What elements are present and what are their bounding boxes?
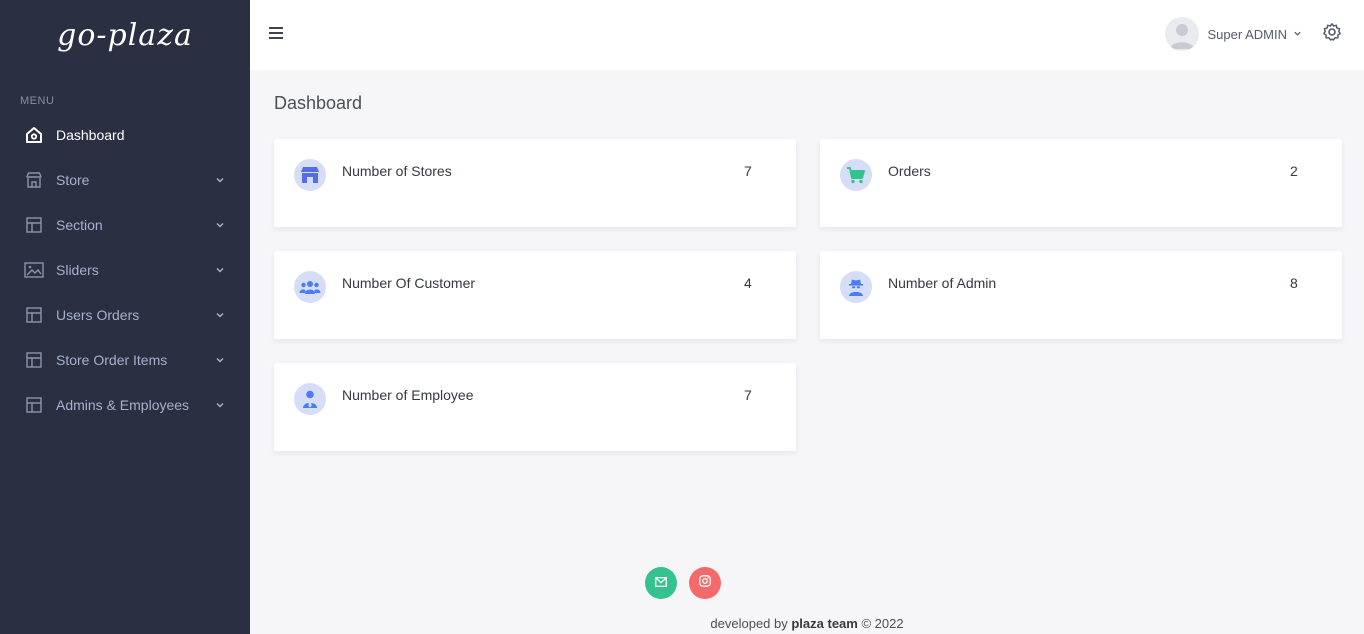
stat-card-customers: Number Of Customer 4 [274,251,796,339]
user-tie-icon [294,383,326,415]
chevron-down-icon [214,174,226,186]
sidebar-item-sliders[interactable]: Sliders [0,247,250,292]
home-icon [24,125,44,145]
topbar: Super ADMIN [250,0,1364,70]
card-label: Number Of Customer [342,275,476,291]
email-icon [655,574,667,592]
sidebar-item-label: Sliders [56,261,99,278]
menu-title: MENU [20,95,55,107]
chevron-down-icon [214,354,226,366]
instagram-link[interactable] [689,567,721,599]
instagram-icon [699,574,711,592]
cart-icon [840,159,872,191]
avatar [1164,17,1199,51]
footer-suffix: © 2022 [857,616,904,631]
user-name: Super ADMIN [1207,26,1287,42]
sidebar-item-admins-employees[interactable]: Admins & Employees [0,382,250,427]
footer-credit: developed by plaza team © 2022 [250,616,1364,631]
chevron-down-icon [1293,25,1302,43]
sidebar-item-store[interactable]: Store [0,157,250,202]
card-value: 8 [1290,275,1298,291]
card-label: Number of Admin [888,275,997,291]
store-icon [294,159,326,191]
card-value: 2 [1290,163,1298,179]
store-icon [24,170,44,190]
sidebar-item-users-orders[interactable]: Users Orders [0,292,250,337]
user-secret-icon [840,271,872,303]
card-label: Number of Employee [342,387,474,403]
sidebar-item-dashboard[interactable]: Dashboard [0,112,250,157]
sidebar-item-label: Admins & Employees [56,396,190,413]
image-icon [24,260,44,280]
brand-logo[interactable]: go-plaza [0,0,250,70]
stat-card-employees: Number of Employee 7 [274,363,796,451]
card-label: Number of Stores [342,163,452,179]
card-label: Orders [888,163,931,179]
stat-card-orders: Orders 2 [820,139,1342,227]
layout-icon [24,305,44,325]
settings-gear-icon[interactable] [1322,22,1342,42]
chevron-down-icon [214,264,226,276]
brand-name: go-plaza [57,17,193,53]
sidebar-item-label: Store Order Items [56,351,168,368]
page-title: Dashboard [274,93,363,113]
sidebar-item-label: Users Orders [56,306,140,323]
stat-card-admins: Number of Admin 8 [820,251,1342,339]
card-value: 7 [744,163,752,179]
layout-icon [24,350,44,370]
chevron-down-icon [214,219,226,231]
footer-team: plaza team [791,616,858,631]
layout-icon [24,395,44,415]
card-value: 4 [744,275,752,291]
sidebar-item-section[interactable]: Section [0,202,250,247]
user-dropdown[interactable]: Super ADMIN [1164,16,1302,52]
menu-toggle-icon[interactable] [268,24,284,44]
sidebar-item-store-order-items[interactable]: Store Order Items [0,337,250,382]
users-icon [294,271,326,303]
sidebar-item-label: Store [56,171,90,188]
card-value: 7 [744,387,752,403]
chevron-down-icon [214,399,226,411]
sidebar-item-label: Dashboard [56,126,125,143]
footer-prefix: developed by [710,616,792,631]
chevron-down-icon [214,309,226,321]
sidebar-item-label: Section [56,216,103,233]
email-link[interactable] [645,567,677,599]
stat-card-stores: Number of Stores 7 [274,139,796,227]
layout-icon [24,215,44,235]
sidebar: go-plaza MENU Dashboard Store Section Sl… [0,0,250,634]
